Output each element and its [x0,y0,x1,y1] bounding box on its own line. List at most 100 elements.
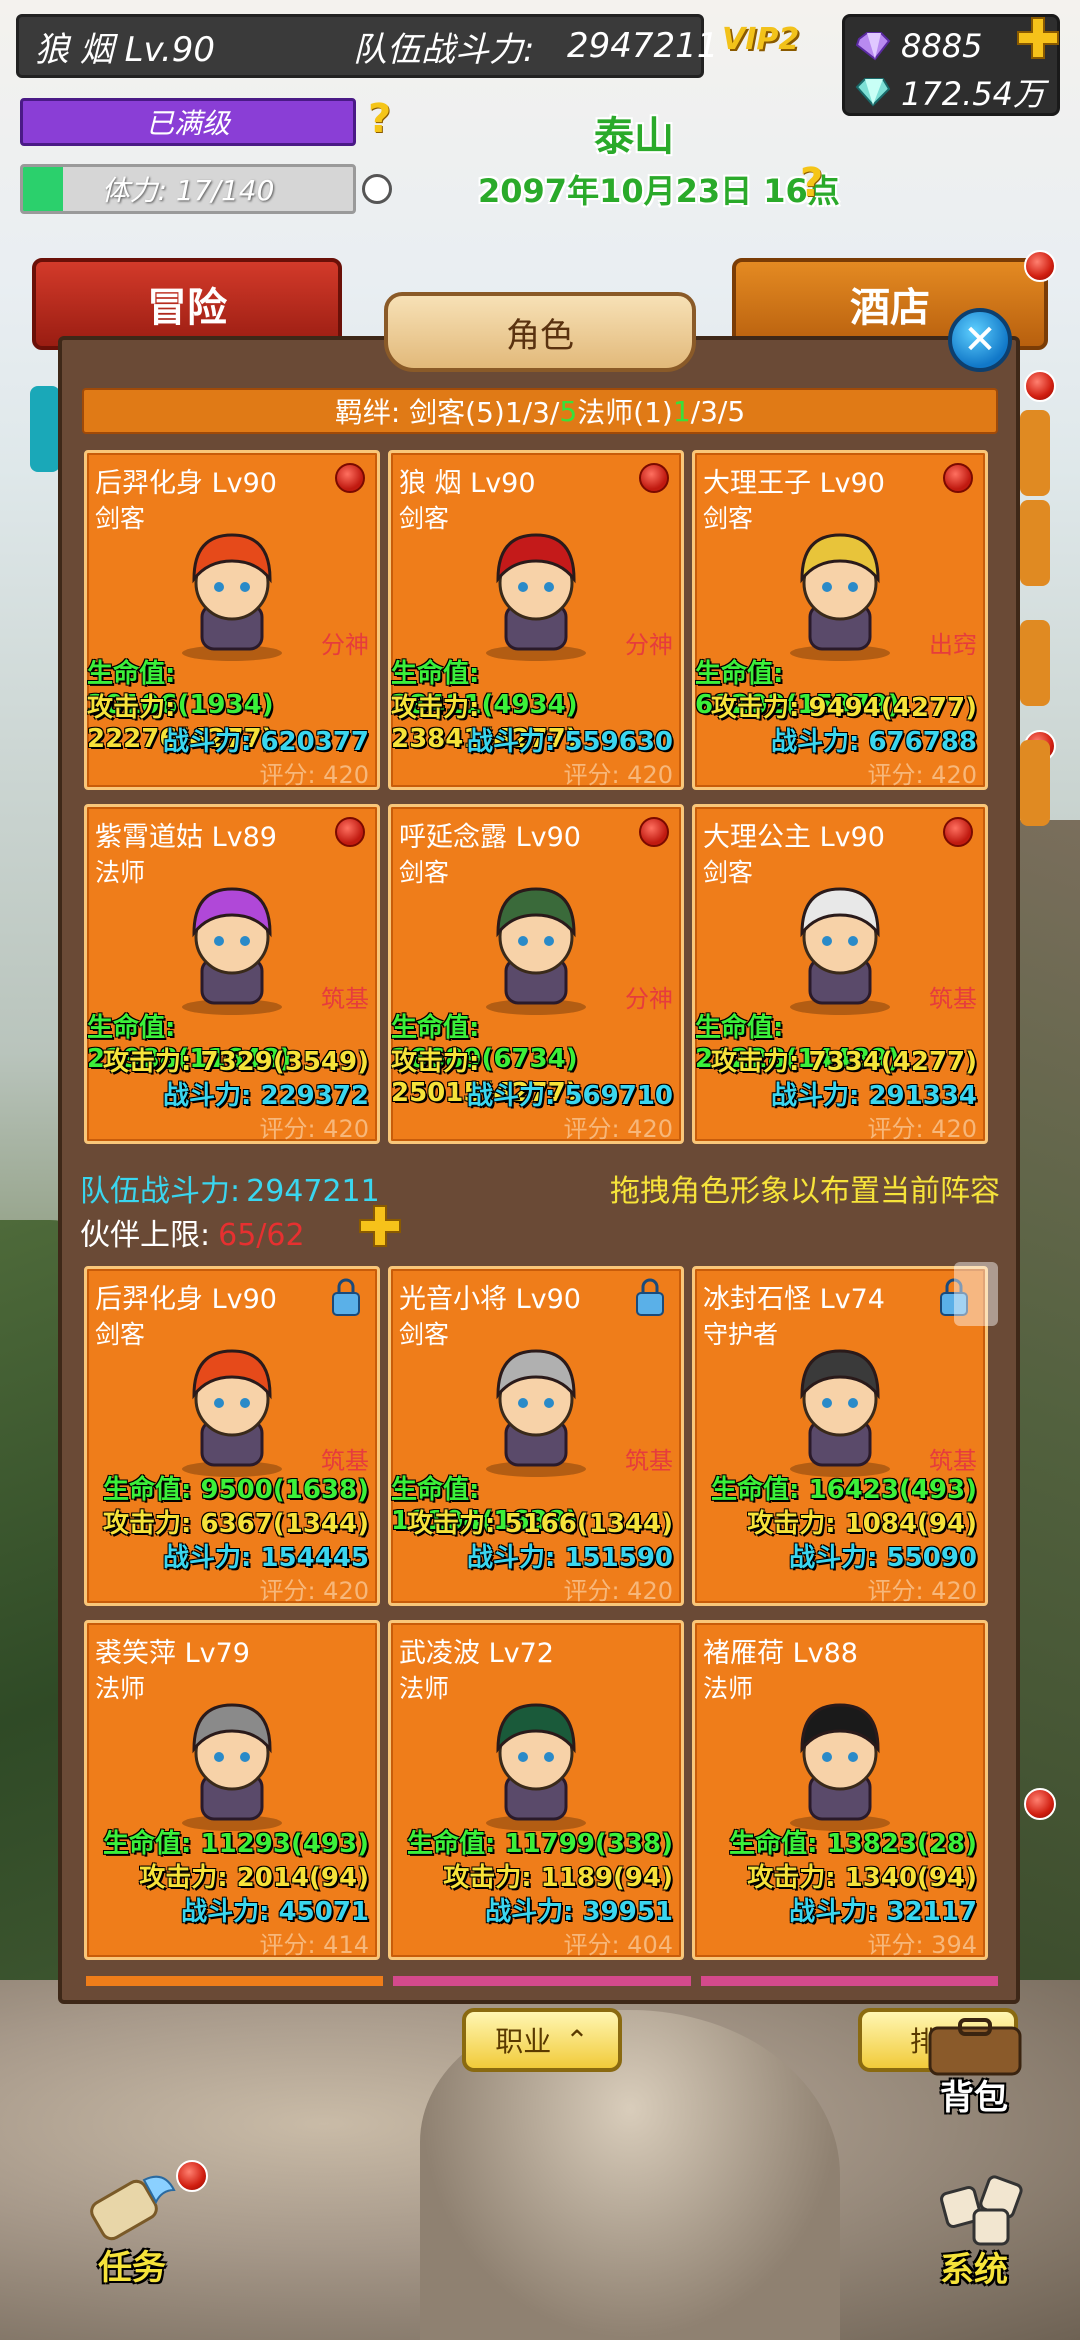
deploy-indicator-icon[interactable] [639,463,669,493]
character-portrait[interactable] [461,1329,611,1479]
team-member-card[interactable]: 紫霄道姑 Lv89 法师 筑基 生命值: 22988(11648) 攻击力: 7329(… [84,804,380,1144]
character-combat-power: 战斗力: 151590 [467,1543,673,1573]
character-attack: 攻击力: 9494(4277) [711,693,977,723]
character-class: 剑客 [399,504,450,533]
character-portrait[interactable] [157,867,307,1017]
roster-member-card[interactable]: 裘笑萍 Lv79 法师 生命值: 11293(493) 攻击力: 2014(94) 战斗… [84,1620,380,1960]
side-tab-right-3[interactable] [1020,620,1050,706]
character-portrait[interactable] [157,513,307,663]
lock-icon[interactable] [633,1277,667,1317]
character-portrait[interactable] [461,1683,611,1833]
silver-row: 172.54万 [855,69,1045,115]
team-power-label-2: 队伍战斗力: [80,1174,241,1209]
character-name: 后羿化身 Lv90 [95,468,277,499]
deploy-indicator-icon[interactable] [943,463,973,493]
bond-green-1: 5 [559,394,578,428]
character-score: 评分: 420 [259,1115,369,1143]
character-score: 评分: 420 [867,761,977,789]
character-portrait[interactable] [157,1329,307,1479]
bag-label[interactable]: 背包 [940,2070,1008,2119]
deploy-indicator-icon[interactable] [639,817,669,847]
bond-prefix: 羁绊: 剑客(5)1/3/ [334,396,560,429]
roster-member-card[interactable]: 光音小将 Lv90 剑客 筑基 生命值: 10104(1638) 攻击力: 5166(1… [388,1266,684,1606]
character-portrait[interactable] [461,513,611,663]
bond-bar: 羁绊: 剑客(5)1/3/ 5 法师(1) 1 /3/5 [82,388,998,434]
character-portrait[interactable] [765,1683,915,1833]
vip-badge[interactable]: VIP2 [722,22,799,57]
task-label[interactable]: 任务 [98,2240,166,2289]
character-name: 后羿化身 Lv90 [95,1284,277,1315]
character-name: 褚雁荷 Lv88 [703,1638,858,1669]
chevron-up-icon: ⌃ [565,2023,589,2057]
side-tab-right-2[interactable] [1020,500,1050,586]
roster-member-card[interactable]: 后羿化身 Lv90 剑客 筑基 生命值: 9500(1638) 攻击力: 6367(13… [84,1266,380,1606]
stamina-text: 体力: 17/140 [101,174,275,207]
character-combat-power: 战斗力: 55090 [789,1543,977,1573]
character-portrait[interactable] [765,867,915,1017]
task-notification-dot [176,2160,208,2192]
side-tab-right-1[interactable] [1020,410,1050,496]
location-name[interactable]: 泰山 [594,104,674,162]
team-member-card[interactable]: 大理王子 Lv90 剑客 出窍 生命值: 68202(15379) 攻击力: 9494(… [692,450,988,790]
roster-member-card[interactable]: 武凌波 Lv72 法师 生命值: 11799(338) 攻击力: 1189(94) 战斗… [388,1620,684,1960]
character-portrait[interactable] [765,1329,915,1479]
character-combat-power: 战斗力: 620377 [163,727,369,757]
add-partner-icon[interactable] [358,1204,402,1248]
deploy-indicator-icon[interactable] [943,817,973,847]
character-name: 武凌波 Lv72 [399,1638,554,1669]
job-filter-button[interactable]: 职业 ⌃ [462,2008,622,2072]
character-combat-power: 战斗力: 229372 [163,1081,369,1111]
hotel-notification-dot [1024,250,1056,282]
roster-grid: 后羿化身 Lv90 剑客 筑基 生命值: 9500(1638) 攻击力: 6367(13… [84,1266,1000,1960]
roster-member-card[interactable]: 冰封石怪 Lv74 守护者 筑基 生命值: 16423(493) 攻击力: 1084(9… [692,1266,988,1606]
task-scroll-icon[interactable] [84,2160,184,2250]
roster-scrollbar[interactable] [954,1262,998,1326]
character-attack: 攻击力: 1084(94) [747,1509,977,1539]
add-gems-icon[interactable] [1016,16,1060,60]
job-filter-label: 职业 [495,2025,552,2058]
help-icon[interactable]: ? [368,96,391,142]
character-name: 冰封石怪 Lv74 [703,1284,885,1315]
character-score: 评分: 420 [867,1115,977,1143]
team-member-card[interactable]: 呼延念露 Lv90 剑客 分神 生命值: 26689(6734) 攻击力: 25015(… [388,804,684,1144]
character-hp: 生命值: 16423(493) [711,1475,977,1505]
team-member-card[interactable]: 大理公主 Lv90 剑客 筑基 生命值: 24228(14489) 攻击力: 7334(… [692,804,988,1144]
character-attack: 攻击力: 6367(1344) [103,1509,369,1539]
bag-icon[interactable] [920,2018,1030,2078]
character-class: 法师 [399,1674,450,1703]
character-attack: 攻击力: 7329(3549) [103,1047,369,1077]
character-name: 裘笑萍 Lv79 [95,1638,250,1669]
stamina-toggle[interactable] [362,174,392,204]
side-tab-right-4[interactable] [1020,740,1050,826]
character-combat-power: 战斗力: 559630 [467,727,673,757]
team-member-card[interactable]: 狼 烟 Lv90 剑客 分神 生命值: 28411(4934) 攻击力: 23841(4… [388,450,684,790]
next-row-peek [86,1976,998,1986]
deploy-indicator-icon[interactable] [335,817,365,847]
character-attack: 攻击力: 5166(1344) [407,1509,673,1539]
character-combat-power: 战斗力: 39951 [485,1897,673,1927]
lock-icon[interactable] [329,1277,363,1317]
player-info-bar: 狼 烟 Lv.90 队伍战斗力: 2947211 [16,14,718,78]
character-name: 大理公主 Lv90 [703,822,885,853]
character-score: 评分: 394 [867,1931,977,1959]
roster-member-card[interactable]: 褚雁荷 Lv88 法师 生命值: 13823(28) 攻击力: 1340(94) 战斗力… [692,1620,988,1960]
gem-row: 8885 [855,23,982,69]
character-name: 狼 烟 Lv90 [399,468,536,499]
character-combat-power: 战斗力: 291334 [771,1081,977,1111]
dice-icon[interactable] [934,2170,1034,2250]
character-combat-power: 战斗力: 154445 [163,1543,369,1573]
character-name: 呼延念露 Lv90 [399,822,581,853]
side-tab-left[interactable] [30,386,60,472]
side-notification-dot [1024,370,1056,402]
character-class: 剑客 [95,1320,146,1349]
system-label[interactable]: 系统 [940,2242,1008,2291]
deploy-indicator-icon[interactable] [335,463,365,493]
character-portrait[interactable] [765,513,915,663]
close-icon[interactable]: ✕ [948,308,1012,372]
team-member-card[interactable]: 后羿化身 Lv90 剑客 分神 生命值: 30106(1934) 攻击力: 22276(… [84,450,380,790]
date-help-icon[interactable]: ? [800,160,823,206]
side-notification-dot-3 [1024,1788,1056,1820]
character-portrait[interactable] [461,867,611,1017]
character-portrait[interactable] [157,1683,307,1833]
character-attack: 攻击力: 2014(94) [139,1863,369,1893]
